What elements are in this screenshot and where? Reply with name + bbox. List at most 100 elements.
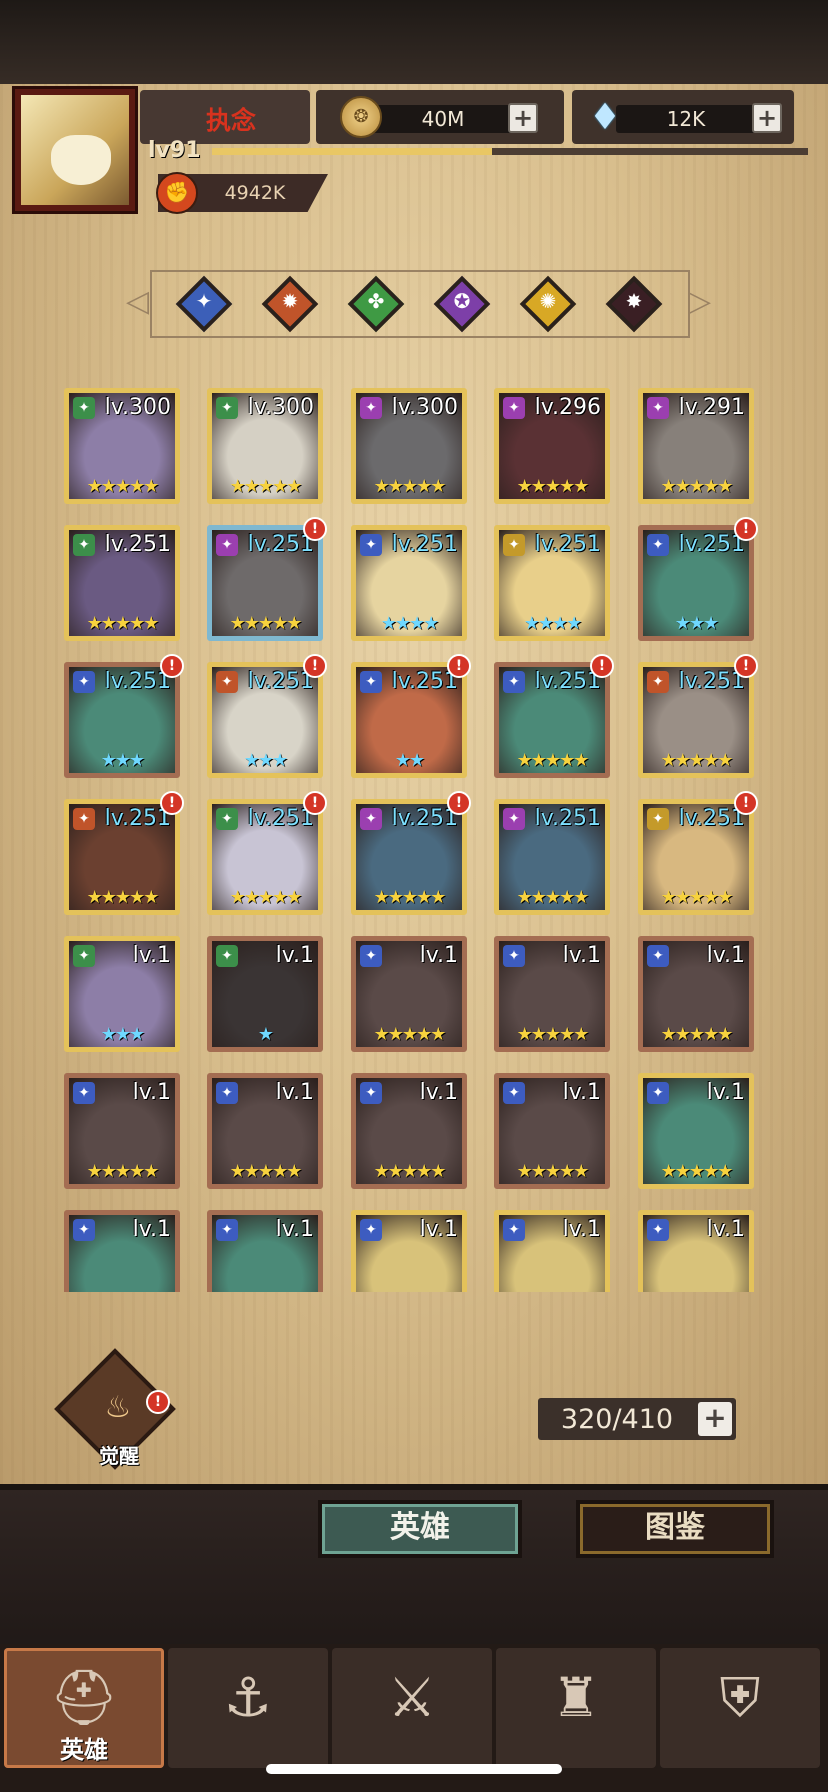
class-icon: ✦: [503, 945, 525, 967]
hero-stars: ★★★★★: [86, 1161, 160, 1182]
tab-heroes[interactable]: 英雄: [318, 1500, 522, 1558]
nav-castle[interactable]: ♜: [496, 1648, 656, 1768]
hero-card[interactable]: ✦ lv.1: [494, 1210, 610, 1292]
add-gold-button[interactable]: +: [508, 103, 538, 133]
hero-level: lv.300: [104, 395, 171, 420]
hero-level: lv.251: [104, 532, 171, 557]
nav-battle[interactable]: ⚔: [332, 1648, 492, 1768]
power-value: 4942K: [224, 182, 286, 204]
capacity-text: 320/410: [560, 1404, 674, 1435]
class-icon: ✦: [216, 945, 238, 967]
class-icon: ✦: [73, 1219, 95, 1241]
hero-level: lv.1: [706, 1080, 745, 1105]
hero-level: lv.1: [419, 943, 458, 968]
hero-card[interactable]: ✦ lv.251 ★★★★★: [207, 525, 323, 641]
tab-atlas[interactable]: 图鉴: [576, 1500, 774, 1558]
filter-green[interactable]: ✤: [347, 275, 405, 333]
filter-purple[interactable]: ✪: [433, 275, 491, 333]
hero-level: lv.1: [419, 1217, 458, 1242]
class-icon: ✦: [73, 945, 95, 967]
hero-card[interactable]: ✦ lv.251 ★★★★★: [351, 799, 467, 915]
filter-blue[interactable]: ✦: [175, 275, 233, 333]
xp-bar-fill: [212, 148, 493, 155]
hero-card[interactable]: ✦ lv.1: [351, 1210, 467, 1292]
hero-card[interactable]: ✦ lv.251 ★★★★★: [64, 525, 180, 641]
hero-card[interactable]: ✦ lv.1 ★★★★★: [638, 936, 754, 1052]
hero-card[interactable]: ✦ lv.251 ★★★★★: [207, 799, 323, 915]
game-screen: 执念 lv91 ✊ 4942K 40M + ❂ 12K + ♦ ◁ ▷ ✦ ✹ ✤ ✪…: [0, 0, 828, 1792]
filter-orange[interactable]: ✹: [261, 275, 319, 333]
expand-capacity-button[interactable]: +: [698, 1402, 732, 1436]
hero-stars: ★★★★★: [229, 1161, 303, 1182]
hero-card[interactable]: ✦ lv.251 ★★★★★: [494, 799, 610, 915]
hero-level: lv.251: [247, 806, 314, 831]
hero-card[interactable]: ✦ lv.251 ★★★★★: [494, 662, 610, 778]
hero-alert-badge: !: [447, 791, 471, 815]
hero-card[interactable]: ✦ lv.300 ★★★★★: [64, 388, 180, 504]
hero-stars: ★★★: [674, 613, 719, 634]
hero-card[interactable]: ✦ lv.1 ★★★★★: [64, 1073, 180, 1189]
hero-level: lv.251: [534, 806, 601, 831]
gold-coin-icon: ❂: [340, 96, 382, 138]
xp-bar: [212, 148, 808, 155]
class-icon: ✦: [73, 534, 95, 556]
hero-level: lv.296: [534, 395, 601, 420]
class-icon: ✦: [216, 534, 238, 556]
hero-level: lv.291: [678, 395, 745, 420]
hero-stars: ★: [257, 1024, 274, 1045]
class-icon: ✦: [73, 1082, 95, 1104]
hero-stars: ★★★★★: [516, 750, 590, 771]
hero-card[interactable]: ✦ lv.1: [207, 1210, 323, 1292]
hero-card[interactable]: ✦ lv.251 ★★★★★: [638, 662, 754, 778]
hero-card[interactable]: ✦ lv.1: [64, 1210, 180, 1292]
hero-card[interactable]: ✦ lv.251 ★★★★: [494, 525, 610, 641]
nav-expedition[interactable]: ⚓: [168, 1648, 328, 1768]
player-name: 执念: [205, 106, 256, 135]
filter-yellow[interactable]: ✺: [519, 275, 577, 333]
hero-card[interactable]: ✦ lv.1 ★★★★★: [638, 1073, 754, 1189]
hero-stars: ★★★★★: [373, 476, 447, 497]
awaken-label: 觉醒: [99, 1444, 139, 1468]
hero-card[interactable]: ✦ lv.1 ★★★★★: [494, 1073, 610, 1189]
hero-card[interactable]: ✦ lv.1 ★★★★★: [207, 1073, 323, 1189]
class-icon: ✦: [647, 945, 669, 967]
add-gem-button[interactable]: +: [752, 103, 782, 133]
nav-guild[interactable]: ⛨: [660, 1648, 820, 1768]
nav-heroes[interactable]: ⛑ 英雄: [4, 1648, 164, 1768]
filter-dark[interactable]: ✸: [605, 275, 663, 333]
player-avatar[interactable]: [12, 86, 138, 214]
hero-card[interactable]: ✦ lv.251 ★★★★★: [638, 799, 754, 915]
class-icon: ✦: [73, 671, 95, 693]
hero-card[interactable]: ✦ lv.1 ★★★★★: [351, 1073, 467, 1189]
hero-card[interactable]: ✦ lv.1 ★: [207, 936, 323, 1052]
nav-guild-icon: ⛨: [719, 1666, 761, 1729]
hero-card[interactable]: ✦ lv.251 ★★★★★: [64, 799, 180, 915]
hero-alert-badge: !: [590, 654, 614, 678]
hero-card[interactable]: ✦ lv.291 ★★★★★: [638, 388, 754, 504]
hero-card[interactable]: ✦ lv.1: [638, 1210, 754, 1292]
diamond-icon: ♦: [588, 97, 622, 138]
hero-alert-badge: !: [303, 791, 327, 815]
hero-card[interactable]: ✦ lv.251 ★★★: [638, 525, 754, 641]
hero-card[interactable]: ✦ lv.1 ★★★★★: [494, 936, 610, 1052]
hero-card[interactable]: ✦ lv.300 ★★★★★: [351, 388, 467, 504]
hero-level: lv.1: [132, 1217, 171, 1242]
hero-card[interactable]: ✦ lv.251 ★★★★: [351, 525, 467, 641]
hero-stars: ★★★★★: [516, 1161, 590, 1182]
hero-card[interactable]: ✦ lv.296 ★★★★★: [494, 388, 610, 504]
hero-level: lv.251: [104, 669, 171, 694]
hero-stars: ★★: [394, 750, 425, 771]
hero-stars: ★★★★: [523, 613, 583, 634]
hero-card[interactable]: ✦ lv.251 ★★★: [64, 662, 180, 778]
hero-level: lv.1: [706, 943, 745, 968]
hero-card[interactable]: ✦ lv.251 ★★: [351, 662, 467, 778]
hero-level: lv.1: [132, 943, 171, 968]
hero-capacity: 320/410 +: [538, 1398, 736, 1440]
class-icon: ✦: [503, 1219, 525, 1241]
hero-card[interactable]: ✦ lv.1 ★★★★★: [351, 936, 467, 1052]
fist-icon: ✊: [156, 172, 198, 214]
hero-card[interactable]: ✦ lv.1 ★★★: [64, 936, 180, 1052]
hero-card[interactable]: ✦ lv.300 ★★★★★: [207, 388, 323, 504]
hero-alert-badge: !: [734, 517, 758, 541]
hero-card[interactable]: ✦ lv.251 ★★★: [207, 662, 323, 778]
